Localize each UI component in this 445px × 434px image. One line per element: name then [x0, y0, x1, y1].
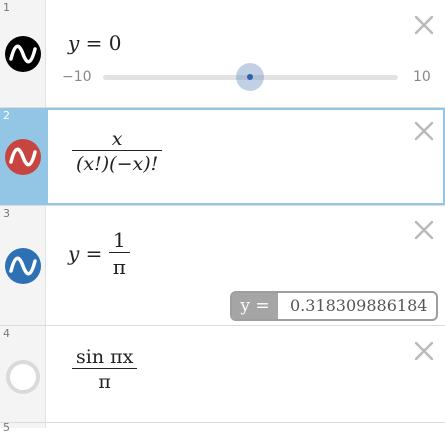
expression-gutter[interactable]: 3 — [0, 206, 46, 325]
fraction: 1 π — [108, 228, 130, 279]
expression-math[interactable]: y = 1 π — [68, 228, 130, 279]
fraction-denominator: π — [72, 368, 138, 393]
wave-graph-icon[interactable] — [4, 247, 42, 285]
close-icon[interactable] — [413, 120, 435, 142]
wave-graph-icon[interactable] — [4, 35, 42, 73]
math-equals: = — [85, 241, 103, 266]
expression-row-1[interactable]: 1 y = 0 −10 10 — [0, 0, 445, 108]
expression-math[interactable]: sin πx π — [72, 346, 138, 393]
evaluation-label: y = — [232, 293, 278, 319]
fraction-numerator: sin πx — [76, 346, 134, 368]
math-equals: = — [85, 31, 103, 55]
close-icon[interactable] — [413, 219, 435, 241]
math-lhs: y — [68, 31, 80, 55]
close-icon[interactable] — [413, 340, 435, 362]
expression-gutter[interactable]: 1 — [0, 0, 46, 107]
wave-graph-icon[interactable] — [4, 138, 42, 176]
expression-index: 3 — [3, 207, 10, 220]
fraction-denominator: (x!)(−x)! — [72, 150, 163, 175]
expression-math[interactable]: y = 0 — [68, 31, 122, 55]
math-lhs: y — [68, 241, 80, 266]
fraction-numerator: x — [111, 128, 123, 150]
fraction: x (x!)(−x)! — [72, 128, 163, 175]
fraction: sin πx π — [72, 346, 138, 393]
expression-gutter[interactable]: 4 — [0, 326, 46, 422]
slider-thumb[interactable] — [236, 63, 264, 91]
expression-row-5[interactable]: 5 — [0, 421, 445, 434]
slider-min-label[interactable]: −10 — [62, 69, 92, 85]
close-icon[interactable] — [413, 14, 435, 36]
expression-row-2[interactable]: 2 x (x!)(−x)! — [0, 108, 445, 206]
expression-index: 2 — [3, 109, 10, 122]
evaluation-box: y = 0.318309886184 — [230, 291, 438, 321]
expression-index: 4 — [3, 327, 10, 340]
expression-row-4[interactable]: 4 sin πx π — [0, 326, 445, 423]
slider-track[interactable] — [103, 63, 398, 91]
math-rhs: 0 — [108, 31, 122, 55]
fraction-numerator: 1 — [113, 228, 126, 252]
fraction-denominator: π — [108, 252, 130, 279]
expression-math[interactable]: x (x!)(−x)! — [72, 128, 163, 175]
hidden-circle-icon[interactable] — [4, 358, 42, 396]
expression-gutter[interactable]: 2 — [0, 108, 46, 205]
expression-index: 1 — [3, 1, 10, 14]
slider-max-label[interactable]: 10 — [413, 69, 431, 85]
expression-gutter[interactable]: 5 — [0, 421, 46, 434]
evaluation-value: 0.318309886184 — [290, 296, 428, 315]
